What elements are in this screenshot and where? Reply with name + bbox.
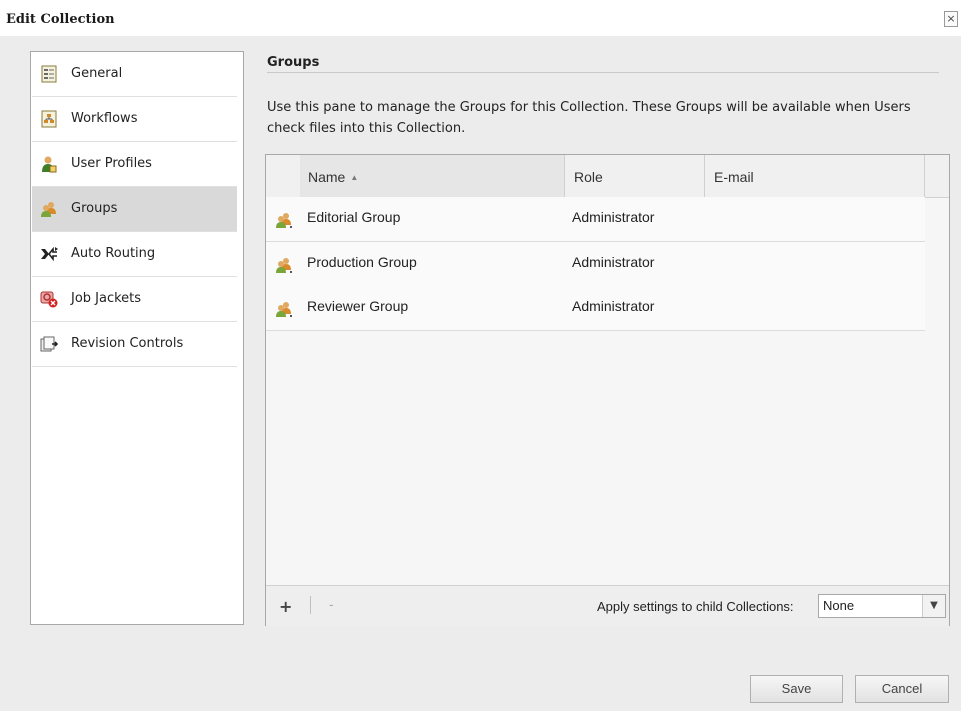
group-icon	[276, 302, 292, 317]
sidebar-item-revision-controls[interactable]: Revision Controls	[32, 322, 237, 367]
sidebar-item-label: General	[71, 66, 123, 81]
table-row[interactable]: Production Group Administrator	[266, 242, 925, 287]
sidebar-item-groups[interactable]: Groups	[32, 187, 237, 232]
job-jackets-icon	[40, 291, 58, 308]
column-header-email[interactable]: E-mail	[705, 155, 925, 197]
workflows-icon	[41, 110, 57, 128]
close-button[interactable]: ×	[944, 11, 958, 27]
table-footer: + - Apply settings to child Collections:…	[266, 585, 949, 626]
sidebar-item-job-jackets[interactable]: Job Jackets	[32, 277, 237, 322]
dialog-titlebar: Edit Collection ×	[0, 0, 961, 36]
chevron-down-icon[interactable]: ▼	[922, 595, 945, 617]
sidebar-item-label: Groups	[71, 201, 118, 216]
cell-name: Production Group	[307, 254, 417, 270]
sidebar-item-workflows[interactable]: Workflows	[32, 97, 237, 142]
remove-group-button[interactable]: -	[329, 598, 334, 613]
sidebar-item-label: User Profiles	[71, 156, 152, 171]
groups-icon	[41, 202, 56, 217]
sidebar-item-label: Workflows	[71, 111, 138, 126]
cancel-button[interactable]: Cancel	[855, 675, 949, 703]
cell-role: Administrator	[572, 209, 655, 225]
cell-name: Reviewer Group	[307, 298, 409, 314]
column-header-label: Role	[574, 169, 603, 185]
groups-table: Name ▲ Role E-mail Editorial Group Admini…	[265, 154, 950, 626]
column-header-name[interactable]: Name ▲	[300, 155, 565, 197]
save-button[interactable]: Save	[750, 675, 843, 703]
sort-ascending-icon: ▲	[350, 173, 359, 182]
general-icon	[41, 65, 57, 83]
cell-role: Administrator	[572, 254, 655, 270]
sidebar-item-auto-routing[interactable]: Auto Routing	[32, 232, 237, 277]
apply-settings-label: Apply settings to child Collections:	[597, 599, 794, 614]
sidebar-item-label: Revision Controls	[71, 336, 184, 351]
table-row[interactable]: Editorial Group Administrator	[266, 197, 925, 242]
column-header-role[interactable]: Role	[565, 155, 705, 197]
revision-controls-icon	[40, 336, 58, 352]
group-icon	[276, 258, 292, 273]
sidebar-item-label: Job Jackets	[71, 291, 142, 306]
column-header-label: E-mail	[714, 169, 754, 185]
sidebar-item-label: Auto Routing	[71, 246, 156, 261]
pane-title-divider	[267, 72, 939, 73]
settings-sidebar: General Workflows User Profiles Groups A…	[30, 51, 244, 625]
apply-settings-value: None	[823, 598, 855, 613]
dialog-title: Edit Collection	[6, 12, 115, 27]
cell-name: Editorial Group	[307, 209, 401, 225]
group-icon	[276, 213, 292, 228]
footer-divider	[310, 596, 311, 614]
cell-role: Administrator	[572, 298, 655, 314]
sidebar-item-user-profiles[interactable]: User Profiles	[32, 142, 237, 187]
pane-title: Groups	[267, 55, 320, 70]
column-header-label: Name	[308, 169, 346, 185]
user-profiles-icon	[42, 156, 57, 173]
sidebar-item-general[interactable]: General	[32, 52, 237, 97]
add-group-button[interactable]: +	[279, 597, 292, 616]
table-header: Name ▲ Role E-mail	[266, 155, 949, 198]
auto-routing-icon	[41, 246, 58, 262]
table-row[interactable]: Reviewer Group Administrator	[266, 286, 925, 331]
pane-description: Use this pane to manage the Groups for t…	[267, 100, 911, 136]
apply-settings-select[interactable]: None ▼	[818, 594, 946, 618]
